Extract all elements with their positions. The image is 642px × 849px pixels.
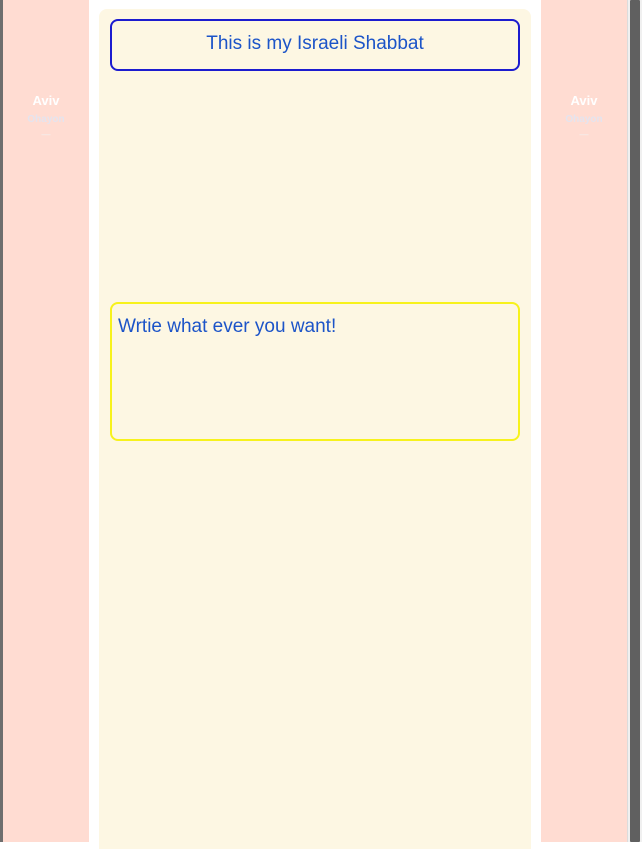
right-dash: — [579,129,589,139]
right-side-panel: Aviv Ohayon — [541,0,627,842]
page-window: Aviv Ohayon — This is my Israeli Shabbat… [0,0,642,849]
left-author-name: Aviv [32,93,60,108]
right-author-name: Aviv [570,93,598,108]
write-text: Wrtie what ever you want! [118,316,337,337]
scrollbar-thumb[interactable] [630,0,640,842]
vertical-scrollbar[interactable] [627,0,642,842]
left-author-surname: Ohayon [27,114,65,125]
left-side-panel: Aviv Ohayon — [3,0,89,842]
page-title: This is my Israeli Shabbat [206,33,424,54]
left-dash: — [41,129,51,139]
right-author-surname: Ohayon [565,114,603,125]
title-box: This is my Israeli Shabbat [110,19,520,71]
write-text-box[interactable]: Wrtie what ever you want! [110,302,520,441]
